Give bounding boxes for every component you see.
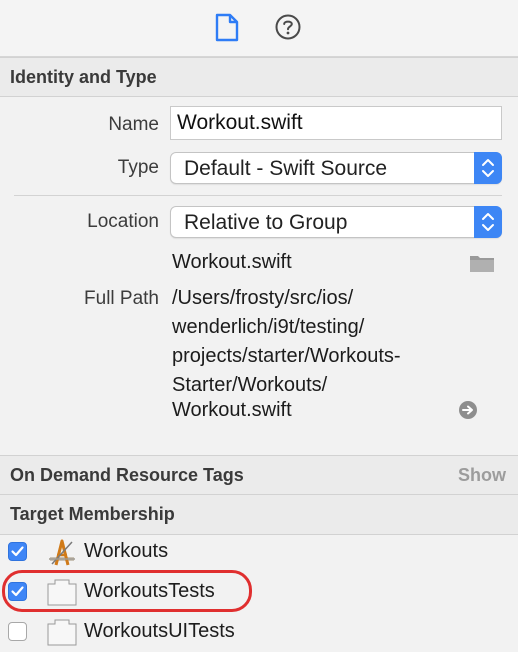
full-path-line: Workout.swift	[172, 399, 292, 421]
popup-stepper	[474, 206, 502, 238]
section-title: On Demand Resource Tags	[10, 465, 244, 485]
section-title: Target Membership	[10, 504, 175, 524]
chevron-up-down-icon	[482, 213, 494, 231]
location-popup-value: Relative to Group	[184, 211, 348, 234]
checkmark-icon	[11, 546, 24, 557]
question-circle-icon	[275, 14, 301, 40]
target-checkbox[interactable]	[8, 622, 27, 641]
divider	[14, 195, 502, 196]
full-path-line: projects/starter/Workouts-	[172, 345, 401, 367]
chevron-up-down-icon	[482, 159, 494, 177]
full-path-label: Full Path	[84, 288, 159, 309]
name-field[interactable]	[170, 106, 502, 140]
target-row-workouts-ui-tests: WorkoutsUITests	[0, 612, 518, 652]
red-highlight-annotation	[2, 570, 252, 612]
type-popup[interactable]: Default - Swift Source	[170, 152, 502, 184]
type-popup-value: Default - Swift Source	[184, 157, 388, 180]
inspector-toolbar	[0, 0, 518, 57]
arrow-circle-right-icon	[459, 401, 477, 419]
quick-help-button[interactable]	[271, 10, 305, 44]
target-membership-header[interactable]: Target Membership	[0, 495, 518, 535]
location-popup[interactable]: Relative to Group	[170, 206, 502, 238]
target-label: WorkoutsUITests	[84, 620, 235, 642]
type-label: Type	[117, 157, 159, 178]
file-inspector-button[interactable]	[210, 10, 244, 44]
document-icon	[215, 13, 239, 42]
show-button[interactable]: Show	[458, 465, 506, 486]
target-row-workouts: Workouts	[0, 532, 518, 572]
test-bundle-icon	[46, 617, 78, 647]
file-name-value: Workout.swift	[172, 251, 292, 273]
full-path-line: /Users/frosty/src/ios/	[172, 287, 354, 309]
target-label: Workouts	[84, 540, 169, 562]
location-label: Location	[87, 211, 159, 232]
popup-stepper	[474, 152, 502, 184]
full-path-line: wenderlich/i9t/testing/	[172, 316, 365, 338]
reveal-in-finder-button[interactable]	[458, 400, 478, 420]
on-demand-header[interactable]: On Demand Resource Tags Show	[0, 455, 518, 495]
identity-type-header[interactable]: Identity and Type	[0, 57, 518, 97]
app-target-icon	[46, 537, 78, 567]
section-title: Identity and Type	[10, 67, 157, 87]
choose-folder-button[interactable]	[469, 252, 495, 274]
target-checkbox[interactable]	[8, 542, 27, 561]
name-label: Name	[108, 114, 159, 135]
folder-icon	[470, 256, 494, 272]
